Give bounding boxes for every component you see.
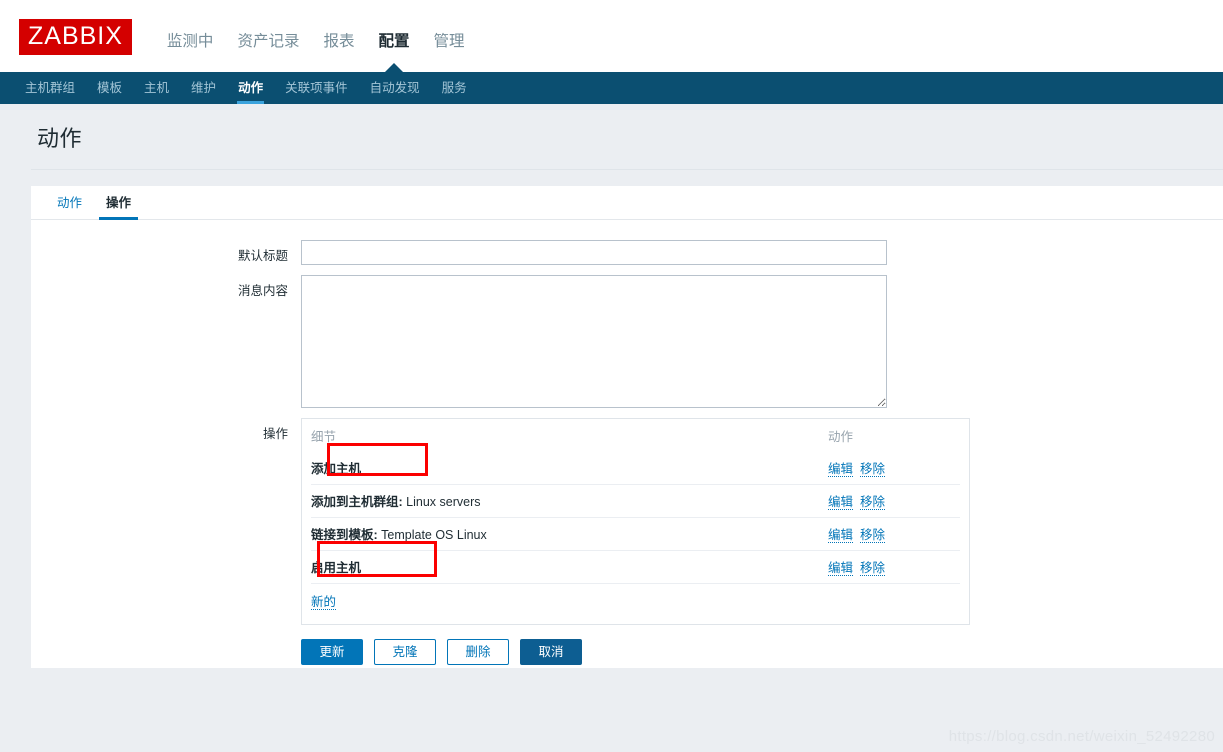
operation-value: Linux servers <box>402 495 481 509</box>
operation-actions-cell: 编辑 移除 <box>828 484 960 518</box>
update-button[interactable]: 更新 <box>301 639 363 665</box>
new-operation-cell: 新的 <box>311 583 960 617</box>
main-nav-label: 配置 <box>378 33 410 50</box>
main-nav-item-configuration[interactable]: 配置 <box>366 29 421 72</box>
table-row: 启用主机 编辑 移除 <box>311 550 960 584</box>
tab-label: 操作 <box>106 196 132 210</box>
cancel-button[interactable]: 取消 <box>520 639 582 665</box>
column-header-details: 细节 <box>311 430 337 444</box>
operation-type: 链接到模板: <box>311 528 378 542</box>
clone-button[interactable]: 克隆 <box>374 639 436 665</box>
sub-nav-label: 服务 <box>441 81 467 95</box>
sub-nav-item-maintenance[interactable]: 维护 <box>180 72 227 104</box>
operation-type: 添加主机 <box>311 462 362 476</box>
edit-link[interactable]: 编辑 <box>828 462 854 477</box>
edit-link[interactable]: 编辑 <box>828 495 854 510</box>
sub-nav-item-templates[interactable]: 模板 <box>86 72 133 104</box>
sub-nav-label: 维护 <box>191 81 217 95</box>
form-button-row: 更新 克隆 删除 取消 <box>301 625 1223 665</box>
operations-table: 细节 动作 添加主机 编辑 移除 添加到主机群组: Linux servers … <box>311 424 960 617</box>
main-nav-item-reports[interactable]: 报表 <box>311 29 366 51</box>
operations-box: 细节 动作 添加主机 编辑 移除 添加到主机群组: Linux servers … <box>301 418 970 625</box>
main-nav-label: 监测中 <box>166 33 214 50</box>
title-divider <box>31 169 1223 170</box>
operation-type: 启用主机 <box>311 561 362 575</box>
top-header: ZABBIX 监测中 资产记录 报表 配置 管理 <box>0 0 1223 72</box>
operations-label: 操作 <box>262 427 288 441</box>
sub-nav-item-discovery[interactable]: 自动发现 <box>359 72 431 104</box>
delete-button[interactable]: 删除 <box>447 639 509 665</box>
remove-link[interactable]: 移除 <box>860 462 886 477</box>
operation-details-cell: 启用主机 <box>311 550 828 584</box>
sub-navigation: 主机群组 模板 主机 维护 动作 关联项事件 自动发现 服务 <box>0 72 1223 104</box>
form-row-message-body: 消息内容 <box>31 275 1223 408</box>
sub-nav-item-host-groups[interactable]: 主机群组 <box>14 72 86 104</box>
new-operation-link[interactable]: 新的 <box>311 595 337 610</box>
operation-value: Template OS Linux <box>377 528 487 542</box>
remove-link[interactable]: 移除 <box>860 495 886 510</box>
main-nav-label: 报表 <box>323 33 355 50</box>
sub-nav-label: 主机 <box>144 81 170 95</box>
tab-operations[interactable]: 操作 <box>94 192 143 220</box>
watermark-text: https://blog.csdn.net/weixin_52492280 <box>948 728 1215 745</box>
operation-actions-cell: 编辑 移除 <box>828 517 960 551</box>
main-nav-label: 资产记录 <box>237 33 300 50</box>
sub-nav-label: 自动发现 <box>369 81 420 95</box>
content-card: 动作 操作 默认标题 消息内容 操作 细节 动作 添加主机 编辑 移除 添加到主… <box>31 186 1223 668</box>
sub-nav-label: 模板 <box>97 81 123 95</box>
main-nav-item-inventory[interactable]: 资产记录 <box>225 29 311 51</box>
remove-link[interactable]: 移除 <box>860 561 886 576</box>
form-row-operations: 操作 细节 动作 添加主机 编辑 移除 添加到主机群组: Linux serve… <box>31 418 1223 665</box>
message-body-textarea[interactable] <box>301 275 887 408</box>
active-tab-underline <box>99 217 139 220</box>
page-body: 动作 动作 操作 默认标题 消息内容 操作 细节 动作 添加主机 编辑 移除 添… <box>0 104 1223 752</box>
operations-form: 默认标题 消息内容 操作 细节 动作 添加主机 编辑 移除 添加到主机群组: L… <box>31 220 1223 665</box>
sub-nav-label: 关联项事件 <box>285 81 348 95</box>
form-row-default-subject: 默认标题 <box>31 240 1223 265</box>
column-header-action: 动作 <box>828 430 854 444</box>
table-row: 添加到主机群组: Linux servers 编辑 移除 <box>311 484 960 518</box>
table-row: 添加主机 编辑 移除 <box>311 452 960 485</box>
operation-details-cell: 添加主机 <box>311 452 828 485</box>
operation-actions-cell: 编辑 移除 <box>828 550 960 584</box>
remove-link[interactable]: 移除 <box>860 528 886 543</box>
main-nav-label: 管理 <box>433 33 465 50</box>
operation-actions-cell: 编辑 移除 <box>828 452 960 485</box>
sub-nav-item-actions[interactable]: 动作 <box>227 72 274 104</box>
table-row: 链接到模板: Template OS Linux 编辑 移除 <box>311 517 960 551</box>
main-nav-item-monitoring[interactable]: 监测中 <box>155 29 226 51</box>
form-tabs: 动作 操作 <box>31 186 1223 220</box>
main-nav-item-administration[interactable]: 管理 <box>421 29 476 51</box>
default-subject-input[interactable] <box>301 240 887 265</box>
operation-type: 添加到主机群组: <box>311 495 403 509</box>
page-title: 动作 <box>37 126 83 151</box>
edit-link[interactable]: 编辑 <box>828 561 854 576</box>
active-nav-pointer-icon <box>384 63 403 72</box>
tab-action[interactable]: 动作 <box>45 192 94 219</box>
message-body-label: 消息内容 <box>237 284 288 298</box>
operation-details-cell: 链接到模板: Template OS Linux <box>311 517 828 551</box>
edit-link[interactable]: 编辑 <box>828 528 854 543</box>
sub-nav-item-services[interactable]: 服务 <box>431 72 478 104</box>
sub-nav-label: 动作 <box>238 81 264 95</box>
sub-nav-label: 主机群组 <box>25 81 76 95</box>
table-row-new: 新的 <box>311 583 960 617</box>
default-subject-label: 默认标题 <box>237 249 288 263</box>
zabbix-logo[interactable]: ZABBIX <box>18 18 133 56</box>
sub-nav-item-correlation[interactable]: 关联项事件 <box>274 72 359 104</box>
sub-nav-item-hosts[interactable]: 主机 <box>133 72 180 104</box>
main-navigation: 监测中 资产记录 报表 配置 管理 <box>155 0 477 72</box>
operation-details-cell: 添加到主机群组: Linux servers <box>311 484 828 518</box>
table-header-row: 细节 动作 <box>311 424 960 452</box>
tab-label: 动作 <box>57 196 83 210</box>
